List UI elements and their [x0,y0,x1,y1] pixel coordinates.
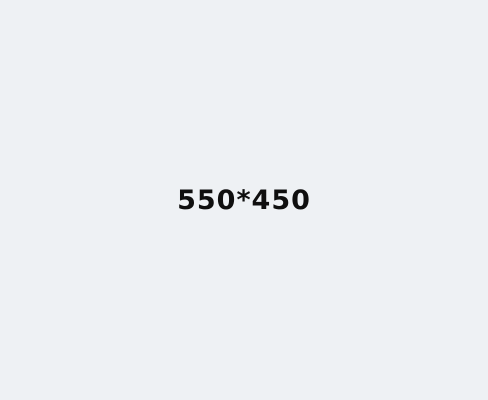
placeholder-image: 550*450 [0,0,488,400]
placeholder-dimensions-label: 550*450 [177,185,311,216]
